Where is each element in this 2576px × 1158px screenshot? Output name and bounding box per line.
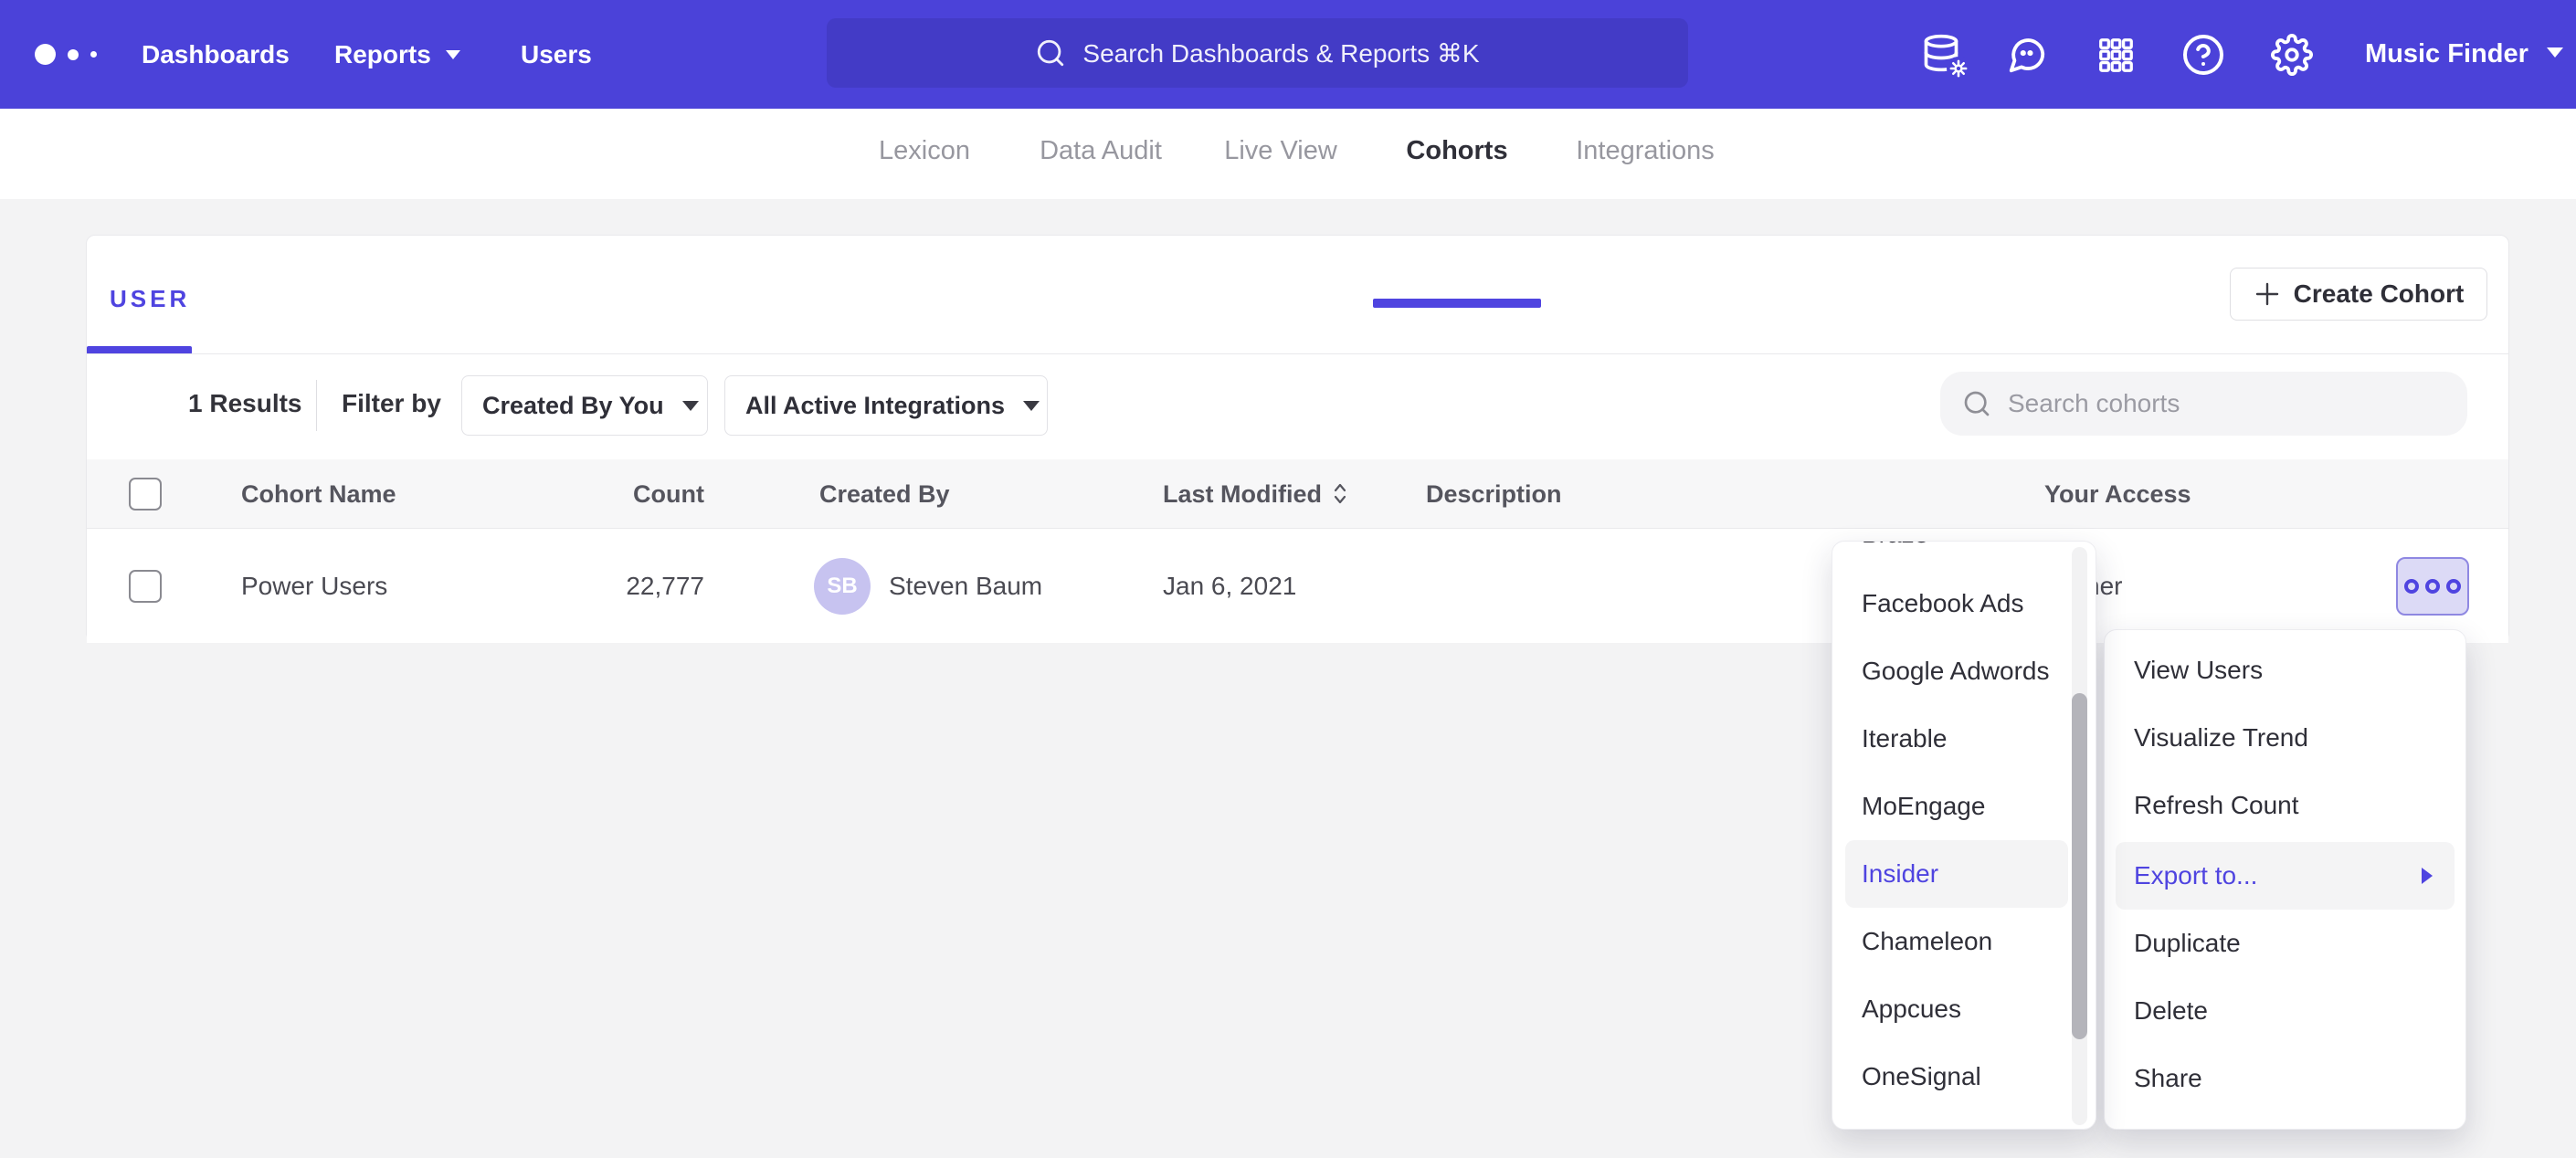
chevron-down-icon [1023,401,1040,411]
row-actions-button[interactable] [2396,557,2469,616]
create-cohort-label: Create Cohort [2294,279,2465,309]
nav-users[interactable]: Users [521,0,592,109]
data-management-icon[interactable] [1921,33,1965,77]
column-count: Count [489,459,704,529]
menu-item-refresh-count[interactable]: Refresh Count [2105,772,2465,839]
menu-item-export-to-label: Export to... [2134,861,2257,890]
settings-gear-icon[interactable] [2270,33,2314,77]
menu-item-duplicate[interactable]: Duplicate [2105,910,2465,977]
data-subnav: Lexicon Data Audit Live View Cohorts Int… [0,109,2576,199]
search-icon [1962,389,1991,418]
project-name: Music Finder [2365,39,2528,69]
ellipsis-ring-icon [2446,579,2461,594]
export-destination-submenu: Braze Facebook Ads Google Adwords Iterab… [1832,541,2096,1130]
tab-data-audit[interactable]: Data Audit [1040,109,1162,199]
menu-item-visualize-trend[interactable]: Visualize Trend [2105,704,2465,772]
divider [87,353,2508,354]
column-your-access: Your Access [2044,459,2191,529]
logo-dot-medium [68,49,79,60]
column-last-modified-label: Last Modified [1163,480,1322,508]
column-created-by: Created By [819,459,950,529]
tab-integrations[interactable]: Integrations [1576,109,1715,199]
table-header: Cohort Name Count Created By Last Modifi… [87,459,2508,529]
sort-icon[interactable] [1331,463,1349,532]
nav-dashboards[interactable]: Dashboards [142,0,290,109]
select-all-checkbox[interactable] [129,478,162,511]
submenu-item-braze[interactable]: Braze [1832,541,2070,568]
active-tab-underline [1373,299,1541,308]
column-last-modified[interactable]: Last Modified [1163,459,1349,529]
mixpanel-logo-icon[interactable] [35,0,97,109]
column-cohort-name: Cohort Name [241,459,396,529]
integrations-filter-dropdown[interactable]: All Active Integrations [724,375,1048,436]
submenu-scrollbar-thumb[interactable] [2072,693,2087,1039]
created-by-filter-value: Created By You [482,392,664,420]
global-search-placeholder: Search Dashboards & Reports ⌘K [1082,38,1479,68]
results-count: 1 Results [188,389,302,418]
row-actions-menu: View Users Visualize Trend Refresh Count… [2104,629,2466,1130]
database-icon [1921,33,1965,77]
cohort-name-link[interactable]: Power Users [241,530,387,643]
integrations-filter-value: All Active Integrations [745,392,1005,420]
row-checkbox[interactable] [129,570,162,603]
submenu-item-facebook-ads[interactable]: Facebook Ads [1832,570,2070,637]
gear-badge-icon [1947,57,1970,80]
global-search[interactable]: Search Dashboards & Reports ⌘K [827,18,1688,88]
filter-by-label: Filter by [342,389,441,418]
submenu-item-moengage[interactable]: MoEngage [1832,773,2070,840]
chevron-down-icon [682,401,699,411]
menu-item-export-to[interactable]: Export to... [2116,842,2455,910]
nav-reports-label: Reports [334,40,431,68]
top-navbar: Dashboards Reports Users Search Dashboar… [0,0,2576,109]
avatar: SB [814,558,871,615]
nav-reports[interactable]: Reports [334,0,460,109]
submenu-item-google-adwords[interactable]: Google Adwords [1832,637,2070,705]
project-switcher[interactable]: Music Finder [2365,0,2563,109]
created-by-name: Steven Baum [889,530,1042,643]
created-by-filter-dropdown[interactable]: Created By You [461,375,708,436]
chevron-down-icon [446,50,460,59]
cohorts-card: USER Create Cohort 1 Results Filter by C… [86,235,2509,642]
plus-icon [2254,280,2281,308]
menu-item-share[interactable]: Share [2105,1045,2465,1112]
submenu-item-chameleon[interactable]: Chameleon [1832,908,2070,975]
help-icon[interactable] [2181,33,2225,77]
feedback-icon[interactable] [2005,33,2049,77]
search-icon [1035,37,1066,68]
column-description: Description [1426,459,1562,529]
divider [316,380,317,431]
ellipsis-ring-icon [2404,579,2419,594]
submenu-item-insider[interactable]: Insider [1845,840,2068,908]
app-root: Dashboards Reports Users Search Dashboar… [0,0,2576,1158]
tab-cohorts[interactable]: Cohorts [1406,109,1507,199]
chevron-down-icon [2547,47,2563,58]
submenu-item-appcues[interactable]: Appcues [1832,975,2070,1043]
table-row: Power Users 22,777 SB Steven Baum Jan 6,… [87,530,2508,643]
cohort-search-input[interactable] [2006,388,2435,419]
logo-dot-small [90,51,97,58]
tab-lexicon[interactable]: Lexicon [879,109,970,199]
submenu-item-iterable[interactable]: Iterable [1832,705,2070,773]
tab-user-cohorts[interactable]: USER [110,285,190,313]
submenu-arrow-icon [2422,868,2433,884]
apps-grid-icon[interactable] [2094,33,2138,77]
menu-item-delete[interactable]: Delete [2105,977,2465,1045]
menu-item-view-users[interactable]: View Users [2105,637,2465,704]
cohort-count: 22,777 [489,530,704,643]
submenu-item-onesignal[interactable]: OneSignal [1832,1043,2070,1111]
logo-dot-large [35,44,56,65]
ellipsis-ring-icon [2425,579,2440,594]
last-modified-date: Jan 6, 2021 [1163,530,1296,643]
cohort-search-box [1940,372,2467,436]
tab-live-view[interactable]: Live View [1224,109,1337,199]
create-cohort-button[interactable]: Create Cohort [2230,268,2487,321]
